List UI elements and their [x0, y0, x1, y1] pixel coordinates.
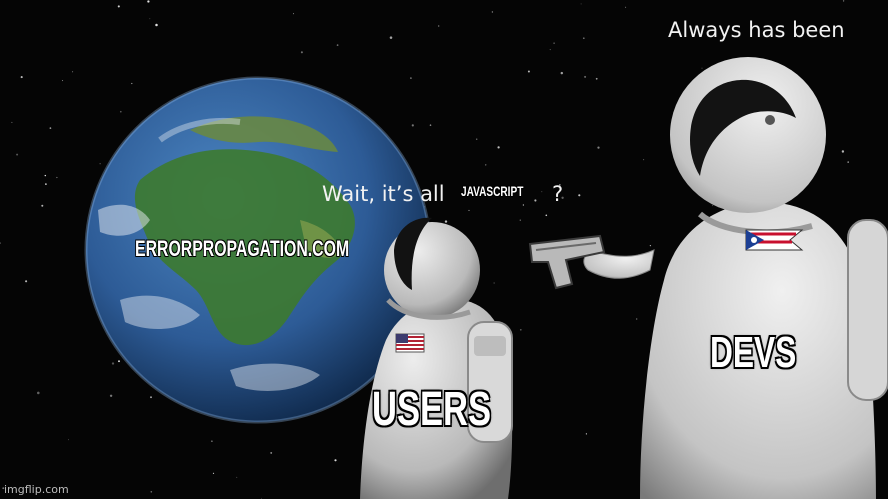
star: [522, 204, 525, 206]
meme-canvas: Always has been Wait, it’s all JAVASCRIP…: [0, 0, 888, 499]
star: [847, 161, 849, 163]
star: [336, 44, 339, 46]
star: [549, 49, 551, 51]
star: [117, 5, 120, 8]
star: [149, 18, 151, 20]
label-users: USERS: [372, 383, 492, 436]
star: [45, 183, 47, 185]
star: [270, 451, 273, 454]
star: [519, 328, 522, 331]
star: [438, 25, 440, 27]
star: [147, 0, 150, 3]
star: [842, 0, 845, 2]
star: [212, 472, 215, 475]
star: [527, 70, 530, 73]
star: [444, 220, 448, 223]
star: [119, 110, 122, 113]
label-javascript: JAVASCRIPT: [461, 183, 524, 199]
caption-always-has-been: Always has been: [668, 18, 845, 42]
star: [625, 6, 627, 8]
star: [68, 439, 69, 441]
star: [111, 362, 115, 365]
star: [37, 391, 40, 395]
star: [584, 75, 587, 78]
star: [150, 491, 153, 493]
star: [150, 396, 152, 399]
label-devs: DEVS: [710, 328, 797, 377]
star: [429, 124, 432, 126]
star: [131, 82, 133, 85]
star: [44, 174, 47, 177]
caption-wait-its-all: Wait, it’s all: [322, 182, 445, 206]
star: [636, 318, 638, 320]
star: [519, 219, 521, 221]
star: [20, 76, 23, 79]
star: [118, 360, 120, 363]
star: [56, 176, 58, 179]
star: [643, 159, 645, 161]
star: [155, 23, 158, 27]
star: [62, 80, 64, 82]
star: [334, 459, 337, 462]
star: [16, 153, 19, 156]
star: [11, 121, 13, 123]
star: [236, 476, 238, 478]
star: [300, 51, 303, 54]
label-errorpropagation: ERRORPROPAGATION.COM: [135, 236, 350, 261]
star: [493, 282, 495, 284]
star: [491, 11, 494, 13]
star: [410, 77, 412, 79]
star: [712, 205, 714, 207]
star: [541, 191, 543, 193]
star: [485, 164, 487, 166]
star: [553, 42, 555, 44]
star: [72, 71, 74, 73]
star: [109, 394, 113, 398]
star: [595, 77, 598, 80]
caption-question-mark: ?: [552, 182, 564, 206]
star: [293, 13, 295, 15]
star: [582, 37, 585, 40]
star: [560, 71, 564, 75]
star: [41, 204, 44, 207]
star: [468, 209, 470, 211]
star: [389, 36, 393, 39]
star: [545, 214, 548, 217]
star: [211, 440, 213, 443]
star: [701, 67, 703, 69]
star: [497, 146, 500, 149]
star: [49, 127, 52, 129]
us-flag-icon: [395, 333, 425, 353]
star: [841, 150, 845, 153]
star: [578, 194, 581, 197]
star: [475, 138, 478, 140]
star: [25, 280, 28, 283]
star: [411, 124, 414, 127]
star: [580, 3, 582, 5]
star: [597, 146, 600, 149]
star: [534, 199, 537, 202]
star: [585, 433, 588, 435]
star: [99, 163, 101, 165]
watermark: imgflip.com: [4, 483, 69, 496]
star: [649, 244, 652, 247]
